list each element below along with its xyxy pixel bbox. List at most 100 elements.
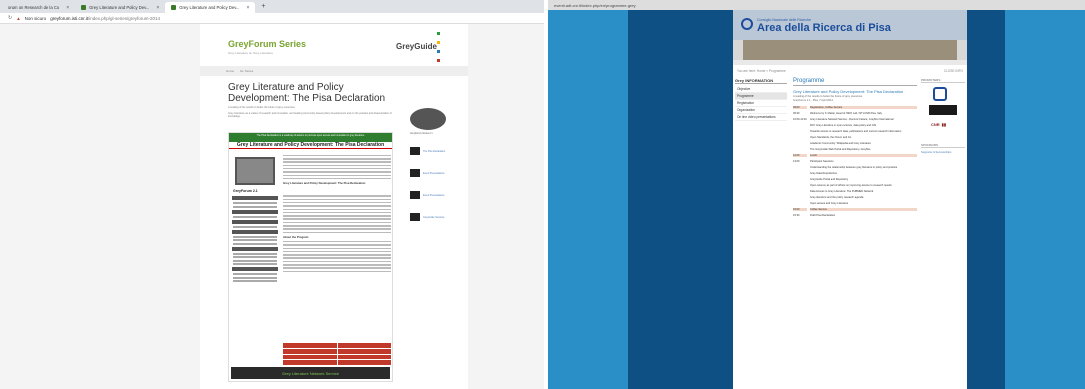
poster-schedule-table [283,343,391,365]
close-icon[interactable]: × [246,5,249,11]
right-browser-window: eventi.adt.cnr.it/index.php/en/programme… [548,0,1085,389]
sidebar-item-pisa-declaration[interactable]: The Pisa Declaration [410,147,462,155]
tab-1[interactable]: orum on Research de la Co × [2,2,75,13]
poster-text-line [233,280,277,282]
close-info-link[interactable]: CLOSE INFO [944,69,963,73]
programme-row: 10:00-11:00 Grey Literature Network Servi… [793,118,917,121]
main-content: Programme Grey Literature and Policy Dev… [793,78,917,220]
poster-banner: The Pisa Declaration is a roadmap of act… [229,133,392,142]
favicon-icon [81,5,87,10]
left-browser-window: orum on Research de la Co × Grey Literat… [0,0,544,389]
site-tagline: Grey Literature on Grey Literature [228,51,274,55]
main-heading: Programme [793,78,917,86]
close-icon[interactable]: × [156,5,159,11]
nav-item-programme[interactable]: Programme [735,93,787,100]
poster-left-column: GreyForum 2.1 [231,153,279,373]
laptop-icon [410,213,420,221]
programme-row: 15:30 Draft Pisa Declaration [793,214,917,217]
page-title: Grey Literature and Policy Development: … [228,82,386,104]
tab-3[interactable]: Grey Literature and Policy Dev... × [165,2,256,13]
sidebar-item-label: The Pisa Declaration [423,149,446,153]
menu-item-gl-series[interactable]: GL Series [240,69,253,73]
programme-event: Towards access to research data, publica… [810,130,902,133]
logo-square [437,58,441,62]
greyforum-page: GreyForum Series Grey Literature on Grey… [0,24,544,389]
site-header: Consiglio Nazionale delle Ricerche Area … [733,10,967,65]
cnr-logo-text: CNR [931,121,940,127]
poster-section-bar [232,246,278,251]
programme-time [793,184,807,187]
sidebar-item-greyguide[interactable]: GreyGuide Services [410,213,462,221]
poster-subheading: Grey Literature and Policy Development: … [283,181,366,186]
logo-square [437,31,441,35]
sponsors-heading: SPONSORS [921,143,965,148]
poster-title: Grey Literature and Policy Development: … [229,142,392,149]
menu-item-home[interactable]: Home [226,69,234,73]
greyguide-logo[interactable]: GreyGuide [396,31,441,62]
programme-row: Open science as part of efforts on impro… [793,184,917,187]
sidebar-item-presentations-2[interactable]: Event Presentations [410,191,462,199]
nav-heading: Grey INFORMATION [735,78,787,84]
event-meta: GreyForum 2.1 - Pisa, 7 April 2014 [793,99,833,102]
nav-item-registration[interactable]: Registration [735,100,787,107]
new-tab-button[interactable]: + [255,3,271,10]
poster-text-line [233,263,277,265]
programme-event: ROI: Grey Literature in open science, da… [810,124,877,127]
programme-time [793,130,807,133]
event-subtitle: A reading of the results to better the f… [793,95,863,98]
nav-item-videos[interactable]: On line video presentations [735,114,787,121]
promoter-logo[interactable] [933,87,947,101]
poster-about: About the Program [283,235,309,240]
header-building-image [743,40,957,60]
programme-event: Registration, Coffee Service [810,106,917,109]
logo-square [437,40,441,44]
programme-time [793,202,807,205]
promoter-logo[interactable] [929,105,957,115]
programme-time [793,136,807,139]
sidebar-item-presentations[interactable]: Event Presentations [410,169,462,177]
breadcrumb[interactable]: You are here: Home > Programme [737,69,786,73]
intro-line-1: A reading of the results to better the f… [228,106,295,109]
area-ricerca-page: Consiglio Nazionale delle Ricerche Area … [733,10,967,389]
programme-row: Understanding the relationship between g… [793,166,917,169]
site-title[interactable]: Area della Ricerca di Pisa [757,22,891,34]
address-bar[interactable]: eventi.adt.cnr.it/index.php/en/programme… [548,0,1085,10]
programme-row: Data Access to Grey Literature: The PUBM… [793,190,917,193]
programme-row: Grey literature and the policy research … [793,196,917,199]
logo-square [437,49,441,53]
nav-item-organization[interactable]: Organization [735,107,787,114]
cnr-logo[interactable]: CNR ▮▮ [931,119,955,129]
poster-image [235,157,275,185]
programme-time: 13:00 [793,160,800,163]
poster-text-line [233,252,277,255]
poster-text-line [233,242,277,245]
video-icon [410,191,420,199]
right-column: PROMOTERS CNR ▮▮ SPONSORS Supporter & Sp… [921,78,965,154]
poster-body: Grey Literature and Policy Development: … [283,153,391,343]
poster-section-bar [232,219,278,224]
site-title[interactable]: GreyForum Series [228,39,306,49]
reload-icon[interactable]: ↻ [8,15,12,21]
logo-text: GreyGuide [396,41,437,51]
programme-event: Open Standards, the Cloud, and GL [810,136,852,139]
programme-event: Lunch [810,154,917,157]
programme-time: 15:30 [793,214,800,217]
poster-section-bar [232,196,278,200]
event-thumbnail[interactable] [410,108,446,130]
close-icon[interactable]: × [66,5,69,11]
nav-item-objective[interactable]: Objective [735,86,787,93]
sponsor-link[interactable]: Supporter & Sponsorships [921,151,965,154]
programme-row: Academic Community: Wikipedia and Grey L… [793,142,917,145]
programme-time [793,148,807,151]
event-poster: The Pisa Declaration is a roadmap of act… [228,132,393,382]
left-navigation: Grey INFORMATION Objective Programme Reg… [735,78,787,121]
tab-2[interactable]: Grey Literature and Policy Dev... × [75,2,165,13]
cnr-logo-icon[interactable] [741,18,753,30]
tab-2-label: Grey Literature and Policy Dev... [89,5,150,10]
poster-text-line [233,239,277,241]
event-title[interactable]: Grey Literature and Policy Development: … [793,89,917,94]
address-bar[interactable]: ↻ ▲ Non sicuro greyforum.isti.cnr.it/ind… [0,13,544,24]
security-label: Non sicuro [24,15,47,21]
programme-row: GreyGuide Portal and Repository [793,178,917,181]
poster-text-line [233,202,277,204]
